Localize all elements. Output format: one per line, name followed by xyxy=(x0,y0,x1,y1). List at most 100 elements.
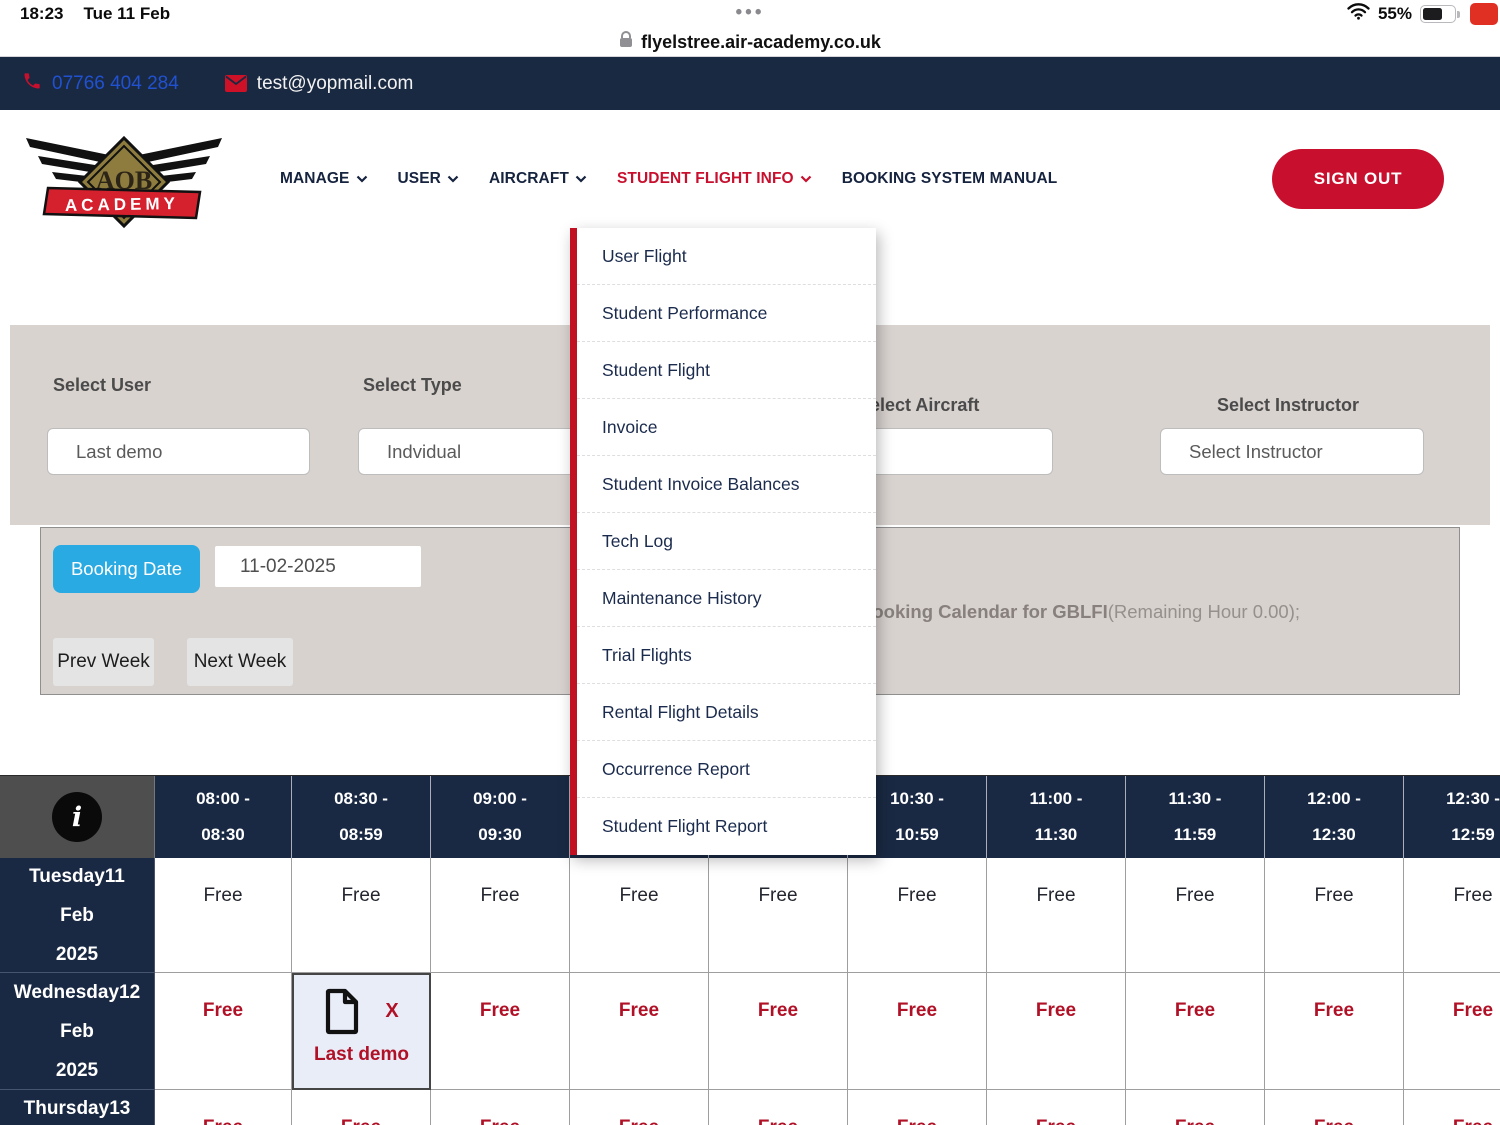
clock: 18:23 xyxy=(20,4,63,24)
nav-item-label: USER xyxy=(398,170,441,188)
day-cell: Wednesday12Feb2025 xyxy=(0,973,155,1090)
booked-slot[interactable]: X Last demo xyxy=(292,973,431,1090)
free-slot[interactable]: Free xyxy=(431,973,570,1090)
free-slot[interactable]: Free xyxy=(155,1090,292,1125)
free-slot[interactable]: Free xyxy=(570,1090,709,1125)
free-slot[interactable]: Free xyxy=(709,973,848,1090)
nav-item-student-flight-info[interactable]: STUDENT FLIGHT INFO xyxy=(617,170,812,188)
dropdown-item-student-flight-report[interactable]: Student Flight Report xyxy=(577,798,876,855)
free-slot[interactable]: Free xyxy=(987,973,1126,1090)
free-slot[interactable]: Free xyxy=(709,858,848,973)
next-week-button[interactable]: Next Week xyxy=(187,638,293,686)
multitask-dots-icon[interactable]: ••• xyxy=(736,2,765,24)
free-slot[interactable]: Free xyxy=(292,858,431,973)
calendar-body: Tuesday11Feb2025FreeFreeFreeFreeFreeFree… xyxy=(0,858,1500,1125)
site-url: flyelstree.air-academy.co.uk xyxy=(641,32,881,53)
free-slot[interactable]: Free xyxy=(1265,973,1404,1090)
dropdown-item-invoice[interactable]: Invoice xyxy=(577,399,876,456)
free-slot[interactable]: Free xyxy=(1126,1090,1265,1125)
dropdown-item-rental-flight-details[interactable]: Rental Flight Details xyxy=(577,684,876,741)
free-slot[interactable]: Free xyxy=(155,858,292,973)
free-slot[interactable]: Free xyxy=(570,973,709,1090)
select-aircraft-label: Select Aircraft xyxy=(858,395,979,416)
battery-percent: 55% xyxy=(1378,4,1412,24)
free-slot[interactable]: Free xyxy=(292,1090,431,1125)
nav-item-booking-system-manual[interactable]: BOOKING SYSTEM MANUAL xyxy=(842,170,1058,188)
free-slot[interactable]: Free xyxy=(431,1090,570,1125)
free-slot[interactable]: Free xyxy=(570,858,709,973)
chevron-down-icon xyxy=(800,175,812,183)
booking-calendar-caption: Booking Calendar for GBLFI(Remaining Hou… xyxy=(859,601,1300,623)
dropdown-item-trial-flights[interactable]: Trial Flights xyxy=(577,627,876,684)
free-slot[interactable]: Free xyxy=(987,858,1126,973)
day-cell: Tuesday11Feb2025 xyxy=(0,858,155,973)
info-header-cell: i xyxy=(0,776,155,858)
status-date: Tue 11 Feb xyxy=(83,4,170,24)
free-slot[interactable]: Free xyxy=(1404,973,1500,1090)
time-slot-header-11-30-11-59: 11:30 -11:59 xyxy=(1126,776,1265,858)
calendar-caption-bold: Booking Calendar for GBLFI xyxy=(859,601,1108,622)
free-slot[interactable]: Free xyxy=(155,973,292,1090)
select-instructor-input[interactable]: Select Instructor xyxy=(1160,428,1424,475)
email-link[interactable]: test@yopmail.com xyxy=(257,73,414,95)
nav-item-manage[interactable]: MANAGE xyxy=(280,170,368,188)
free-slot[interactable]: Free xyxy=(1126,858,1265,973)
free-slot[interactable]: Free xyxy=(709,1090,848,1125)
free-slot[interactable]: Free xyxy=(848,973,987,1090)
chevron-down-icon xyxy=(575,175,587,183)
battery-icon xyxy=(1420,5,1456,23)
nav-item-user[interactable]: USER xyxy=(398,170,459,188)
free-slot[interactable]: Free xyxy=(1404,858,1500,973)
free-slot[interactable]: Free xyxy=(1126,973,1265,1090)
dropdown-item-occurrence-report[interactable]: Occurrence Report xyxy=(577,741,876,798)
nav-item-label: STUDENT FLIGHT INFO xyxy=(617,170,794,188)
prev-week-button[interactable]: Prev Week xyxy=(53,638,154,686)
free-slot[interactable]: Free xyxy=(1265,858,1404,973)
booking-name[interactable]: Last demo xyxy=(294,1044,429,1066)
free-slot[interactable]: Free xyxy=(431,858,570,973)
select-aircraft-input[interactable] xyxy=(845,428,1053,475)
time-slot-header-09-00-09-30: 09:00 -09:30 xyxy=(431,776,570,858)
booking-date-input[interactable]: 11-02-2025 xyxy=(215,546,421,587)
lock-icon xyxy=(619,31,633,53)
nav-item-aircraft[interactable]: AIRCRAFT xyxy=(489,170,587,188)
nav-item-label: BOOKING SYSTEM MANUAL xyxy=(842,170,1058,188)
phone-number-link[interactable]: 07766 404 284 xyxy=(52,73,179,95)
booking-date-button[interactable]: Booking Date xyxy=(53,545,200,593)
dropdown-item-student-flight[interactable]: Student Flight xyxy=(577,342,876,399)
free-slot[interactable]: Free xyxy=(1404,1090,1500,1125)
browser-address-bar[interactable]: flyelstree.air-academy.co.uk xyxy=(0,28,1500,57)
free-slot[interactable]: Free xyxy=(1265,1090,1404,1125)
dropdown-item-tech-log[interactable]: Tech Log xyxy=(577,513,876,570)
select-user-label: Select User xyxy=(53,375,151,396)
student-flight-info-dropdown: User FlightStudent PerformanceStudent Fl… xyxy=(570,228,876,855)
calendar-caption-rest: (Remaining Hour 0.00); xyxy=(1108,601,1300,622)
cancel-booking-x[interactable]: X xyxy=(385,1000,398,1023)
top-contact-bar: 07766 404 284 test@yopmail.com xyxy=(0,57,1500,110)
dropdown-item-student-invoice-balances[interactable]: Student Invoice Balances xyxy=(577,456,876,513)
academy-logo[interactable]: AOB ACADEMY xyxy=(18,126,230,237)
wifi-icon xyxy=(1347,3,1370,25)
select-user-input[interactable]: Last demo xyxy=(47,428,310,475)
time-slot-header-11-00-11-30: 11:00 -11:30 xyxy=(987,776,1126,858)
dropdown-item-user-flight[interactable]: User Flight xyxy=(577,228,876,285)
logo-text: ACADEMY xyxy=(65,194,179,215)
dropdown-item-maintenance-history[interactable]: Maintenance History xyxy=(577,570,876,627)
free-slot[interactable]: Free xyxy=(987,1090,1126,1125)
document-icon[interactable] xyxy=(324,988,361,1035)
dropdown-item-student-performance[interactable]: Student Performance xyxy=(577,285,876,342)
time-slot-header-08-00-08-30: 08:00 -08:30 xyxy=(155,776,292,858)
screen-indicator xyxy=(1470,3,1498,25)
chevron-down-icon xyxy=(447,175,459,183)
ios-status-bar: 18:23 Tue 11 Feb ••• 55% xyxy=(0,0,1500,28)
time-slot-header-12-00-12-30: 12:00 -12:30 xyxy=(1265,776,1404,858)
info-icon[interactable]: i xyxy=(52,792,102,842)
sign-out-button[interactable]: SIGN OUT xyxy=(1272,149,1444,209)
calendar-row-thursday13: Thursday13Feb2025FreeFreeFreeFreeFreeFre… xyxy=(0,1090,1500,1125)
nav-item-label: AIRCRAFT xyxy=(489,170,569,188)
page: 18:23 Tue 11 Feb ••• 55% flyelstree.air-… xyxy=(0,0,1500,1125)
time-slot-header-12-30-12-59: 12:30 -12:59 xyxy=(1404,776,1500,858)
free-slot[interactable]: Free xyxy=(848,858,987,973)
calendar-row-tuesday11: Tuesday11Feb2025FreeFreeFreeFreeFreeFree… xyxy=(0,858,1500,973)
free-slot[interactable]: Free xyxy=(848,1090,987,1125)
